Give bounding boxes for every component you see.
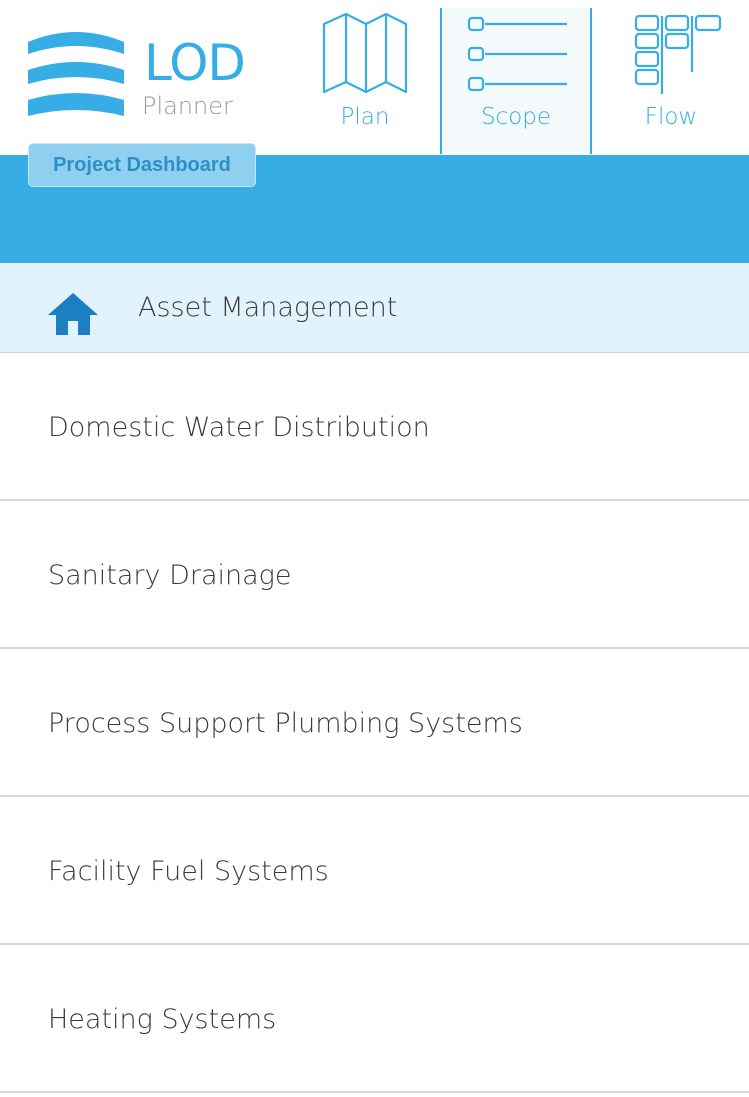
list-icon xyxy=(467,16,567,92)
logo-title: LOD xyxy=(144,34,246,92)
map-icon xyxy=(322,12,408,94)
project-dashboard-button[interactable]: Project Dashboard xyxy=(28,143,256,187)
home-icon[interactable] xyxy=(46,291,100,335)
list-item[interactable]: Domestic Water Distribution xyxy=(0,353,749,501)
logo-subtitle: Planner xyxy=(142,92,233,120)
tab-plan[interactable]: Plan xyxy=(289,8,441,154)
breadcrumb-label[interactable]: Asset Management xyxy=(138,291,397,325)
list-item[interactable]: Sanitary Drainage xyxy=(0,501,749,649)
logo-stripes-icon xyxy=(28,32,124,116)
list-item-label: Heating Systems xyxy=(48,1004,277,1035)
kanban-icon xyxy=(634,14,722,94)
breadcrumb: Asset Management xyxy=(0,263,749,353)
list-item[interactable]: Process Support Plumbing Systems xyxy=(0,649,749,797)
list-item-label: Facility Fuel Systems xyxy=(48,856,329,887)
list-item[interactable]: Facility Fuel Systems xyxy=(0,797,749,945)
app-header: LOD Planner Plan Scope Flow xyxy=(0,0,749,155)
category-list: Domestic Water Distribution Sanitary Dra… xyxy=(0,353,749,1093)
app-logo[interactable]: LOD Planner xyxy=(26,28,266,128)
tab-plan-label: Plan xyxy=(340,104,390,130)
tab-flow-label: Flow xyxy=(644,104,698,130)
tab-scope-label: Scope xyxy=(480,104,552,130)
list-item-label: Domestic Water Distribution xyxy=(48,412,430,443)
tab-flow[interactable]: Flow xyxy=(595,8,747,154)
list-item-label: Sanitary Drainage xyxy=(48,560,292,591)
list-item-label: Process Support Plumbing Systems xyxy=(48,708,523,739)
tab-scope[interactable]: Scope xyxy=(440,8,592,154)
list-item[interactable]: Heating Systems xyxy=(0,945,749,1093)
